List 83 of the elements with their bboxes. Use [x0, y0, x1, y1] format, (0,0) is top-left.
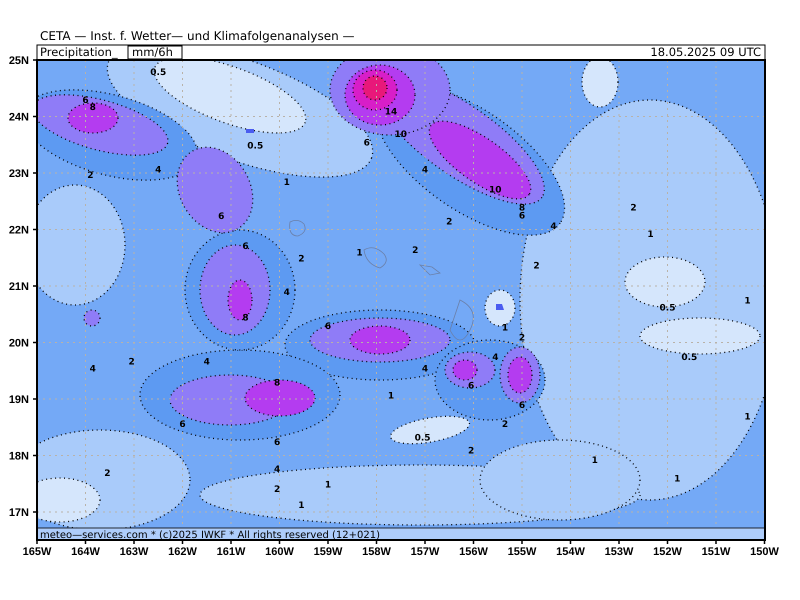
longitude-label: 154W [556, 546, 585, 558]
contour-label: 2 [468, 446, 474, 456]
contour-label: 2 [298, 254, 304, 264]
units-label: mm/6h [128, 45, 182, 60]
contour-label: 6 [518, 211, 526, 222]
contour-label: 1 [744, 412, 751, 422]
valid-time: 18.05.2025 09 UTC [650, 45, 761, 59]
contour-label: 1 [388, 392, 394, 402]
longitude-label: 151W [702, 546, 730, 558]
contour-label: 2 [412, 246, 418, 256]
contour-label: 8 [90, 102, 96, 113]
latitude-label: 17N [8, 507, 29, 519]
contour-label: 1 [744, 296, 751, 307]
contour-label: 2 [274, 484, 280, 495]
longitude-label: 164W [71, 546, 100, 558]
contour-label: 2 [446, 218, 452, 228]
contour-label: 6 [274, 438, 280, 448]
latitude-label: 21N [8, 281, 29, 293]
latitude-label: 23N [8, 168, 29, 180]
longitude-label: 159W [314, 546, 342, 558]
contour-label: 6 [364, 138, 370, 148]
longitude-label: 165W [22, 546, 52, 558]
contour-label: 2 [128, 358, 135, 368]
contour-label: 6 [179, 420, 186, 430]
longitude-label: 161W [216, 546, 246, 558]
contour-label: 2 [104, 468, 110, 479]
longitude-label: 155W [508, 546, 536, 558]
contour-label: 1 [502, 324, 508, 334]
longitude-label: 163W [120, 546, 148, 558]
contour-label: 4 [422, 166, 428, 176]
latitude-label: 25N [8, 55, 29, 67]
latitude-label: 19N [8, 394, 29, 406]
contour-label: 0.5 [660, 303, 676, 314]
contour-label: 4 [155, 166, 162, 176]
contour-label: 2 [87, 171, 94, 182]
contour-label: 4 [492, 353, 498, 364]
contour-label: 0.5 [681, 353, 698, 364]
contour-label: 10 [394, 130, 408, 140]
contour-label: 2 [518, 333, 526, 344]
longitude-label: 157W [410, 546, 440, 558]
contour-label: 1 [324, 480, 332, 490]
longitude-label: 158W [362, 546, 391, 558]
contour-label: 1 [356, 248, 363, 259]
contour-label: 2 [630, 203, 637, 214]
longitude-label: 150W [750, 546, 779, 558]
contour-label: 4 [90, 364, 96, 374]
contour-label: 2 [533, 262, 540, 272]
contour-label: 2 [502, 420, 508, 430]
field-name: Precipitation_ [40, 45, 118, 59]
contour-label: 8 [274, 378, 280, 389]
contour-label: 1 [284, 178, 290, 188]
contour-label: 4 [274, 465, 280, 475]
latitude-label: 18N [8, 450, 29, 462]
contour-label: 0.5 [414, 433, 431, 444]
contour-label: 4 [550, 222, 557, 232]
contour-label: 6 [218, 212, 224, 222]
longitude-label: 156W [459, 546, 488, 558]
longitude-label: 160W [265, 546, 294, 558]
contour-label: 1 [592, 456, 598, 466]
contour-label: 6 [82, 96, 89, 106]
contour-label: 0.5 [247, 141, 264, 152]
copyright-footer: meteo—services.com * (c)2025 IWKF * All rights reserved (12+021) [40, 530, 380, 541]
contour-label: 1 [674, 474, 680, 485]
contour-label: 0.5 [150, 68, 166, 78]
contour-label: 10 [489, 185, 502, 196]
contour-label: 14 [384, 107, 398, 118]
contour-label: 6 [242, 242, 249, 252]
contour-label: 6 [468, 381, 474, 392]
longitude-label: 153W [604, 546, 634, 558]
contour-label: 1 [647, 230, 654, 240]
latitude-label: 24N [8, 112, 29, 124]
contour-label: 1 [298, 501, 304, 512]
contour-label: 6 [324, 322, 332, 332]
longitude-label: 162W [168, 546, 197, 558]
contour-label: 6 [518, 401, 526, 412]
latitude-label: 20N [8, 338, 29, 350]
latitude-label: 22N [8, 224, 29, 236]
contour-label: 8 [242, 314, 249, 324]
contour-label: 4 [284, 288, 290, 298]
contour-label: 4 [422, 364, 428, 374]
contour-label: 4 [204, 358, 210, 368]
header-title: CETA — Inst. f. Wetter— und Klimafolgenanalysen — [40, 29, 355, 43]
longitude-label: 152W [653, 546, 682, 558]
